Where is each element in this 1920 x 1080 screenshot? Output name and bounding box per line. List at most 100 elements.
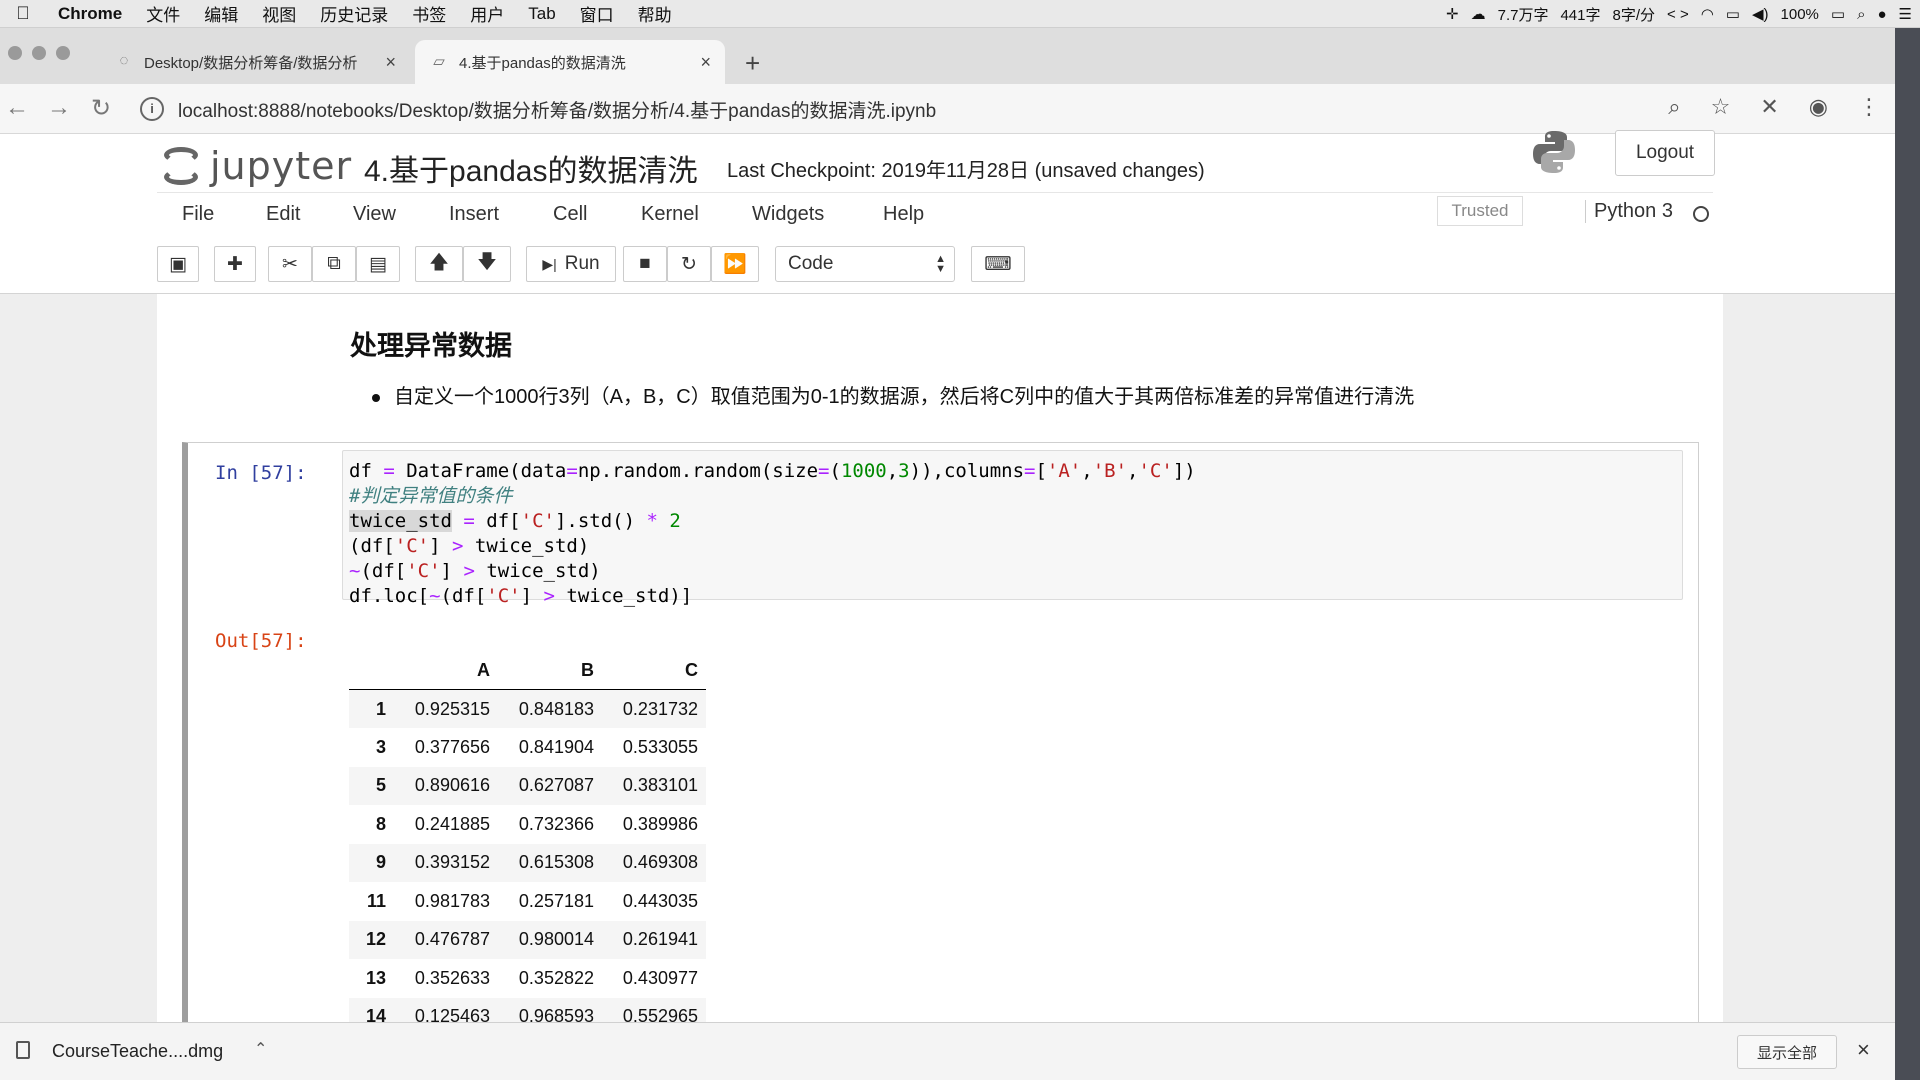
menu-cell[interactable]: Cell (553, 203, 587, 226)
row-index: 12 (365, 929, 386, 950)
move-down-button[interactable]: 🡇 (463, 246, 511, 282)
menu-file[interactable]: 文件 (134, 1, 192, 26)
paste-icon: ▤ (369, 253, 387, 275)
cell-b: 0.980014 (518, 929, 594, 950)
python-logo-icon (1533, 131, 1575, 173)
screen:  Chrome 文件 编辑 视图 历史记录 书签 用户 Tab 窗口 帮助 ✛… (0, 0, 1920, 1080)
copy-icon: ⧉ (327, 253, 341, 274)
reload-icon[interactable]: ↻ (86, 94, 116, 123)
dataframe-output: A B C 1 0.925315 0.848183 0.231732 3 0.377656… (349, 654, 706, 1022)
trusted-indicator[interactable]: Trusted (1437, 196, 1523, 226)
jupyter-wordmark: jupyter (210, 144, 353, 188)
close-downloads-icon[interactable]: × (1857, 1037, 1870, 1063)
menu-view[interactable]: 视图 (250, 1, 308, 26)
word-count-session: 441字 (1560, 6, 1601, 24)
step-forward-icon: ▶| (542, 255, 557, 272)
menu-bookmarks[interactable]: 书签 (400, 1, 458, 26)
menu-app-chrome[interactable]: Chrome (46, 4, 134, 24)
kernel-name: Python 3 (1585, 200, 1673, 223)
menu-tab[interactable]: Tab (516, 4, 567, 24)
user-icon[interactable]: ● (1877, 6, 1886, 23)
forward-arrow-icon[interactable]: → (44, 94, 74, 122)
bookmark-star-icon[interactable]: ☆ (1711, 94, 1731, 120)
url-text[interactable]: localhost:8888/notebooks/Desktop/数据分析筹备/… (178, 96, 936, 123)
keyboard-icon: ⌨ (984, 253, 1012, 275)
save-icon: ▣ (169, 253, 187, 275)
battery-percent: 100% (1780, 5, 1819, 23)
command-palette-button[interactable]: ⌨ (971, 246, 1025, 282)
menu-people[interactable]: 用户 (458, 1, 516, 26)
close-window-icon[interactable] (8, 46, 22, 60)
new-tab-button[interactable]: + (745, 48, 760, 79)
close-tab-icon[interactable]: × (700, 52, 711, 73)
menu-help[interactable]: Help (883, 203, 924, 226)
tab-desktop[interactable]: ◌ Desktop/数据分析筹备/数据分析 × (100, 40, 410, 84)
plus-status-icon[interactable]: ✛ (1446, 5, 1459, 23)
menu-help[interactable]: 帮助 (626, 1, 684, 26)
apple-icon[interactable]:  (0, 3, 46, 24)
output-prompt: Out[57]: (215, 630, 307, 652)
restart-run-all-button[interactable]: ⏩ (711, 246, 759, 282)
info-icon[interactable]: i (140, 97, 164, 121)
menu-history[interactable]: 历史记录 (308, 1, 400, 26)
logout-button[interactable]: Logout (1615, 130, 1715, 176)
row-index: 14 (365, 1006, 386, 1022)
cut-button[interactable]: ✂ (268, 246, 312, 282)
save-button[interactable]: ▣ (157, 246, 199, 282)
menu-kernel[interactable]: Kernel (641, 203, 699, 226)
menu-edit[interactable]: Edit (266, 203, 300, 226)
chevron-up-icon[interactable]: ⌃ (254, 1039, 267, 1059)
menu-view[interactable]: View (353, 203, 396, 226)
table-row: 11 0.981783 0.257181 0.443035 (349, 882, 706, 921)
stop-icon: ■ (639, 253, 651, 274)
table-header-row: A B C (349, 654, 706, 690)
table-row: 5 0.890616 0.627087 0.383101 (349, 766, 706, 805)
cell-a: 0.352633 (414, 967, 490, 988)
battery-icon[interactable]: ▭ (1831, 5, 1845, 23)
menu-edit[interactable]: 编辑 (192, 1, 250, 26)
interrupt-button[interactable]: ■ (623, 246, 667, 282)
notebook-favicon-icon: ▱ (433, 53, 445, 70)
more-menu-icon[interactable]: ⋮ (1858, 94, 1880, 120)
column-header: C (602, 654, 706, 690)
select-arrows-icon: ▲ ▼ (935, 253, 946, 275)
minimize-window-icon[interactable] (32, 46, 46, 60)
insert-cell-button[interactable]: ✚ (214, 246, 256, 282)
profile-icon[interactable]: ◉ (1809, 94, 1828, 120)
copy-button[interactable]: ⧉ (312, 246, 356, 282)
run-button[interactable]: ▶| Run (526, 246, 616, 282)
zoom-window-icon[interactable] (56, 46, 70, 60)
search-spotlight-icon[interactable]: ⌕ (1857, 6, 1865, 23)
volume-icon[interactable]: ◀) (1752, 5, 1769, 23)
restart-button[interactable]: ↻ (667, 246, 711, 282)
menu-file[interactable]: File (182, 203, 214, 226)
loading-icon: ◌ (119, 52, 129, 69)
cell-a: 0.125463 (414, 1006, 490, 1022)
airplay-icon[interactable]: ▭ (1726, 5, 1740, 23)
close-tab-icon[interactable]: × (385, 52, 396, 73)
address-bar[interactable]: i localhost:8888/notebooks/Desktop/数据分析筹… (140, 91, 1680, 127)
menu-insert[interactable]: Insert (449, 203, 499, 226)
wifi-icon[interactable]: ◠ (1701, 5, 1714, 23)
code-editor[interactable]: df = DataFrame(data=np.random.random(siz… (342, 450, 1683, 607)
show-all-button[interactable]: 显示全部 (1737, 1035, 1837, 1069)
table-row: 12 0.476787 0.980014 0.261941 (349, 920, 706, 959)
download-filename[interactable]: CourseTeache....dmg (52, 1041, 223, 1062)
tab-notebook[interactable]: ▱ 4.基于pandas的数据清洗 × (415, 40, 725, 84)
menu-widgets[interactable]: Widgets (752, 203, 824, 226)
zoom-icon[interactable]: ⌕ (1668, 94, 1680, 120)
extension-icon[interactable]: ✕ (1760, 94, 1778, 120)
notification-list-icon[interactable]: ☰ (1899, 5, 1912, 23)
back-arrow-icon[interactable]: ← (2, 94, 32, 122)
code-brackets-icon[interactable]: < > (1667, 6, 1689, 23)
paste-button[interactable]: ▤ (356, 246, 400, 282)
cloud-icon[interactable]: ☁ (1471, 5, 1486, 23)
cell-type-select[interactable]: Code ▲ ▼ (775, 246, 955, 282)
menu-window[interactable]: 窗口 (568, 1, 626, 26)
notebook-page: 处理异常数据 自定义一个1000行3列（A，B，C）取值范围为0-1的数据源，然… (157, 294, 1723, 1022)
notebook-title[interactable]: 4.基于pandas的数据清洗 (364, 146, 697, 190)
arrow-up-icon: 🡅 (429, 252, 449, 273)
move-up-button[interactable]: 🡅 (415, 246, 463, 282)
cell-c: 0.443035 (622, 890, 698, 911)
jupyter-logo[interactable]: jupyter (162, 144, 352, 188)
